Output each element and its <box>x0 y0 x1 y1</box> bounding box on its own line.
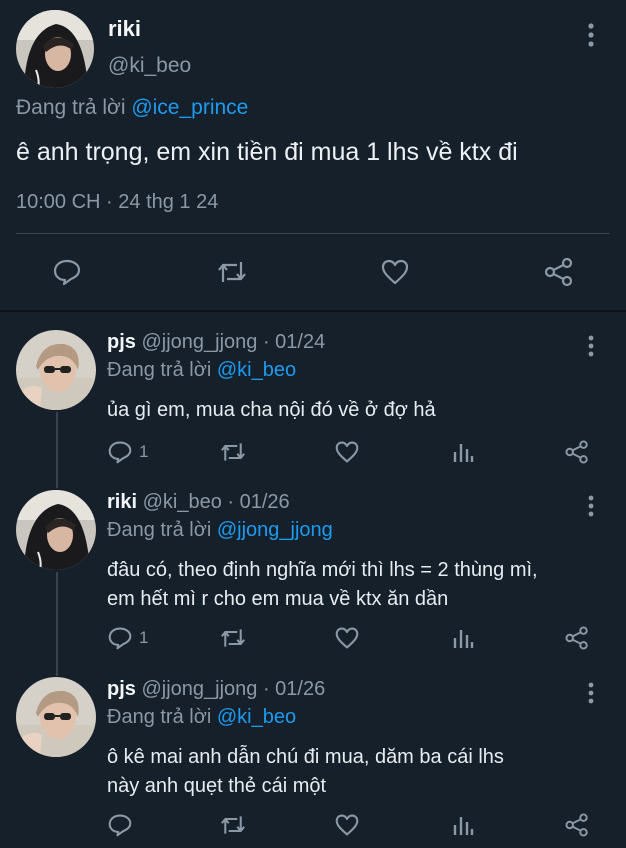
more-options-icon[interactable] <box>584 494 598 518</box>
reply-action[interactable]: 1 <box>107 626 148 650</box>
reply-header: pjs @jjong_jjong · 01/26 <box>107 678 325 701</box>
more-options-icon[interactable] <box>584 681 598 705</box>
tweet-timestamp[interactable]: 10:00 CH · 24 thg 1 24 <box>16 191 218 214</box>
analytics-icon[interactable] <box>452 626 474 650</box>
section-separator <box>0 310 626 312</box>
more-options-icon[interactable] <box>584 22 598 48</box>
like-icon[interactable] <box>380 258 410 286</box>
reply-count: 1 <box>139 442 149 461</box>
replying-to: Đang trả lời @jjong_jjong <box>107 519 333 542</box>
reply-text: đâu có, theo định nghĩa mới thì lhs = 2 … <box>107 559 538 610</box>
reply-action[interactable]: 1 <box>107 440 148 464</box>
replying-to-link[interactable]: @ki_beo <box>217 706 296 728</box>
author-name[interactable]: riki <box>107 491 137 513</box>
reply-text: ủa gì em, mua cha nội đó về ở đợ hả <box>107 399 436 421</box>
like-icon[interactable] <box>334 813 360 837</box>
analytics-icon[interactable] <box>452 813 474 837</box>
reply-icon[interactable] <box>52 258 82 286</box>
reply-tweet: pjs @jjong_jjong · 01/26 Đang trả lời @k… <box>0 677 626 848</box>
reply-tweet: riki @ki_beo · 01/26 Đang trả lời @jjong… <box>0 490 626 670</box>
reply-header: pjs @jjong_jjong · 01/24 <box>107 331 325 354</box>
avatar[interactable] <box>16 330 96 410</box>
author-name[interactable]: pjs <box>107 678 136 700</box>
replying-to-link[interactable]: @ice_prince <box>131 96 248 119</box>
reply-icon[interactable] <box>107 813 133 837</box>
replying-prefix: Đang trả lời <box>16 96 126 119</box>
reply-icon[interactable] <box>107 440 133 464</box>
analytics-icon[interactable] <box>452 440 474 464</box>
reply-text: ô kê mai anh dẫn chú đi mua, dăm ba cái … <box>107 746 504 797</box>
author-handle-date[interactable]: @jjong_jjong · 01/24 <box>141 331 325 353</box>
share-icon[interactable] <box>564 811 590 839</box>
replying-to-link[interactable]: @ki_beo <box>217 359 296 381</box>
retweet-icon[interactable] <box>218 440 248 464</box>
reply-icon[interactable] <box>107 626 133 650</box>
like-icon[interactable] <box>334 626 360 650</box>
tweet-text: ê anh trọng, em xin tiền đi mua 1 lhs về… <box>16 138 518 166</box>
author-name[interactable]: pjs <box>107 331 136 353</box>
author-handle[interactable]: @ki_beo <box>108 54 191 78</box>
reply-tweet: pjs @jjong_jjong · 01/24 Đang trả lời @k… <box>0 330 626 480</box>
share-icon[interactable] <box>564 438 590 466</box>
reply-count: 1 <box>139 628 149 647</box>
replying-to: Đang trả lời @ki_beo <box>107 359 296 382</box>
replying-prefix: Đang trả lời <box>107 359 212 381</box>
more-options-icon[interactable] <box>584 334 598 358</box>
replying-to-link[interactable]: @jjong_jjong <box>217 519 333 541</box>
divider <box>16 233 610 234</box>
avatar[interactable] <box>16 490 96 570</box>
author-name[interactable]: riki <box>108 16 141 42</box>
main-tweet: riki @ki_beo Đang trả lời @ice_prince ê … <box>0 0 626 310</box>
share-icon[interactable] <box>543 256 575 288</box>
like-icon[interactable] <box>334 440 360 464</box>
replying-to: Đang trả lời @ice_prince <box>16 96 248 120</box>
main-action-bar <box>0 252 626 292</box>
avatar[interactable] <box>16 677 96 757</box>
author-handle-date[interactable]: @ki_beo · 01/26 <box>143 491 290 513</box>
reply-header: riki @ki_beo · 01/26 <box>107 491 290 514</box>
author-handle-date[interactable]: @jjong_jjong · 01/26 <box>141 678 325 700</box>
avatar[interactable] <box>16 10 94 88</box>
replying-to: Đang trả lời @ki_beo <box>107 706 296 729</box>
retweet-icon[interactable] <box>218 626 248 650</box>
replying-prefix: Đang trả lời <box>107 706 212 728</box>
retweet-icon[interactable] <box>218 813 248 837</box>
share-icon[interactable] <box>564 624 590 652</box>
retweet-icon[interactable] <box>215 258 249 286</box>
replying-prefix: Đang trả lời <box>107 519 212 541</box>
